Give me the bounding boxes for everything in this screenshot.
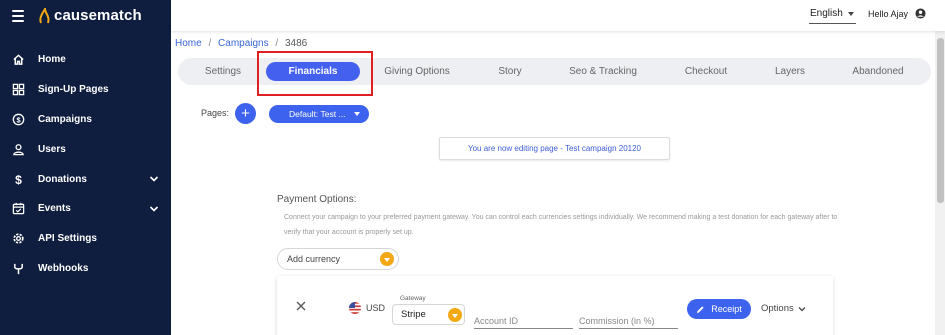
svg-text:$: $ <box>16 115 21 124</box>
chevron-down-icon <box>380 252 394 266</box>
breadcrumb-campaigns-link[interactable]: Campaigns <box>218 38 269 49</box>
calendar-icon <box>11 202 25 216</box>
payment-options-title: Payment Options: <box>277 194 357 205</box>
page-select-value: Default: Test ... <box>289 109 346 119</box>
breadcrumb-separator: / <box>208 38 212 49</box>
sidebar-item-api-settings[interactable]: API Settings <box>0 224 171 254</box>
causematch-flame-icon <box>39 7 50 23</box>
sidebar-item-home[interactable]: Home <box>0 45 171 75</box>
tab-story[interactable]: Story <box>482 58 538 85</box>
add-page-button[interactable]: + <box>235 103 256 124</box>
receipt-label: Receipt <box>711 304 742 314</box>
receipt-button[interactable]: Receipt <box>687 299 751 319</box>
webhook-icon <box>11 261 25 275</box>
gateway-label: Gateway <box>400 295 426 302</box>
options-label: Options <box>761 303 794 314</box>
account-circle-icon[interactable] <box>915 8 926 19</box>
sidebar-item-donations[interactable]: $ Donations <box>0 164 171 194</box>
add-currency-select[interactable]: Add currency <box>277 248 399 270</box>
commission-field[interactable]: Commission (in %) <box>579 307 678 329</box>
options-dropdown[interactable]: Options <box>761 303 806 314</box>
account-id-field[interactable]: Account ID <box>474 307 573 329</box>
chevron-down-icon[interactable] <box>149 204 159 214</box>
us-flag-icon <box>349 302 361 314</box>
language-label: English <box>810 8 843 19</box>
gateway-select[interactable]: Stripe <box>392 304 465 325</box>
logo[interactable]: causematch <box>38 7 142 24</box>
breadcrumb: Home / Campaigns / 3486 <box>175 38 307 49</box>
pages-label: Pages: <box>201 108 230 118</box>
tab-seo-tracking[interactable]: Seo & Tracking <box>553 58 653 85</box>
caret-down-icon <box>847 11 854 16</box>
sidebar-item-label: Home <box>38 54 66 66</box>
dollar-icon: $ <box>11 172 25 186</box>
scrollbar-thumb[interactable] <box>937 38 944 203</box>
sidebar: causematch Home Sign-Up Pages $ Campaign… <box>0 0 171 335</box>
close-icon[interactable] <box>295 300 307 312</box>
tab-checkout[interactable]: Checkout <box>672 58 740 85</box>
dollar-circle-icon: $ <box>11 112 25 126</box>
chevron-down-icon <box>798 306 806 311</box>
sidebar-item-label: Campaigns <box>38 113 92 125</box>
sidebar-item-campaigns[interactable]: $ Campaigns <box>0 105 171 135</box>
gateway-value: Stripe <box>401 309 426 320</box>
tab-giving-options[interactable]: Giving Options <box>373 58 461 85</box>
tab-layers[interactable]: Layers <box>760 58 820 85</box>
currency-code: USD <box>366 303 386 313</box>
pages-grid-icon <box>11 83 25 97</box>
user-icon <box>11 142 25 156</box>
sidebar-item-users[interactable]: Users <box>0 134 171 164</box>
sidebar-item-label: Events <box>38 203 71 215</box>
sidebar-nav: Home Sign-Up Pages $ Campaigns Users $ D… <box>0 45 171 283</box>
home-icon <box>11 53 25 67</box>
chevron-down-icon[interactable] <box>149 174 159 184</box>
page-select-dropdown[interactable]: Default: Test ... <box>269 105 369 123</box>
sidebar-item-label: API Settings <box>38 233 97 245</box>
sidebar-item-label: Sign-Up Pages <box>38 84 109 96</box>
gear-icon <box>11 232 25 246</box>
tab-settings[interactable]: Settings <box>186 58 260 85</box>
language-underline <box>809 23 856 24</box>
caret-down-icon <box>354 112 360 116</box>
sidebar-item-label: Users <box>38 143 66 155</box>
logo-text: causematch <box>54 7 142 24</box>
sidebar-item-events[interactable]: Events <box>0 194 171 224</box>
sidebar-item-label: Webhooks <box>38 262 89 274</box>
breadcrumb-current: 3486 <box>284 38 308 49</box>
sidebar-header: causematch <box>0 0 171 31</box>
hamburger-menu-icon[interactable] <box>12 9 24 22</box>
pencil-icon <box>697 305 704 313</box>
payment-options-description: Connect your campaign to your preferred … <box>284 214 838 236</box>
top-bar: English Hello Ajay <box>171 0 945 31</box>
breadcrumb-separator: / <box>275 38 279 49</box>
sidebar-item-label: Donations <box>38 173 87 185</box>
editing-page-notice: You are now editing page - Test campaign… <box>439 137 670 160</box>
svg-text:$: $ <box>15 173 22 186</box>
sidebar-item-webhooks[interactable]: Webhooks <box>0 254 171 284</box>
add-currency-label: Add currency <box>287 254 341 264</box>
sidebar-item-signup-pages[interactable]: Sign-Up Pages <box>0 75 171 105</box>
tab-abandoned[interactable]: Abandoned <box>838 58 918 85</box>
highlight-annotation-box <box>257 51 373 96</box>
breadcrumb-home-link[interactable]: Home <box>175 38 202 49</box>
chevron-down-icon <box>448 308 462 322</box>
user-greeting: Hello Ajay <box>868 9 909 19</box>
language-select[interactable]: English <box>810 8 854 19</box>
